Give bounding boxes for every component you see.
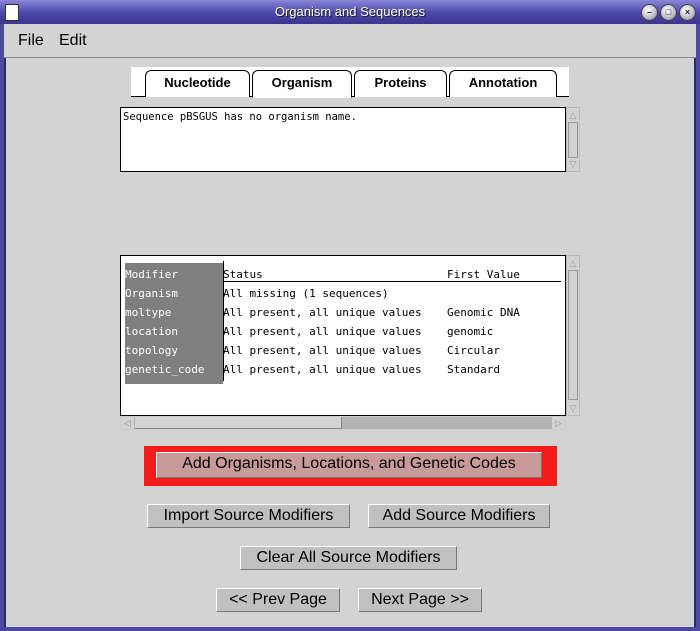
row-first-value: genomic: [447, 325, 494, 338]
row-modifier: location: [125, 325, 178, 338]
add-organisms-button[interactable]: Add Organisms, Locations, and Genetic Co…: [156, 452, 542, 478]
title-bar[interactable]: Organism and Sequences – □ ×: [0, 0, 700, 24]
scroll-thumb[interactable]: [568, 270, 578, 400]
prev-page-button[interactable]: << Prev Page: [216, 588, 340, 612]
minimize-button[interactable]: –: [641, 4, 658, 21]
scroll-up-arrow-icon[interactable]: △: [567, 108, 579, 122]
row-status: All present, all unique values: [223, 344, 422, 357]
menu-file[interactable]: File: [18, 32, 44, 50]
tab-bar: Nucleotide Organism Proteins Annotation: [131, 67, 569, 98]
scroll-down-arrow-icon[interactable]: ▽: [567, 157, 579, 171]
tab-nucleotide[interactable]: Nucleotide: [145, 70, 250, 97]
clear-all-source-modifiers-button[interactable]: Clear All Source Modifiers: [240, 546, 457, 570]
header-modifier: Modifier: [125, 268, 178, 281]
tab-annotation[interactable]: Annotation: [449, 70, 557, 97]
scroll-down-arrow-icon[interactable]: ▽: [567, 401, 579, 415]
add-source-modifiers-button[interactable]: Add Source Modifiers: [368, 504, 550, 528]
message-vertical-scrollbar[interactable]: △ ▽: [566, 107, 580, 172]
scroll-up-arrow-icon[interactable]: △: [567, 256, 579, 270]
import-source-modifiers-button[interactable]: Import Source Modifiers: [147, 504, 350, 528]
row-modifier: genetic_code: [125, 363, 205, 376]
close-button[interactable]: ×: [679, 4, 696, 21]
next-page-button[interactable]: Next Page >>: [358, 588, 482, 612]
row-status: All present, all unique values: [223, 325, 422, 338]
tab-proteins[interactable]: Proteins: [354, 70, 447, 97]
row-status: All present, all unique values: [223, 306, 422, 319]
scroll-thumb[interactable]: [568, 122, 578, 158]
row-first-value: Standard: [447, 363, 500, 376]
row-first-value: Circular: [447, 344, 500, 357]
modifier-table[interactable]: Modifier Status First Value Organism All…: [120, 255, 566, 416]
scroll-left-arrow-icon[interactable]: ◁: [121, 417, 134, 429]
menu-edit[interactable]: Edit: [59, 32, 87, 50]
message-text: Sequence pBSGUS has no organism name.: [123, 111, 357, 123]
row-modifier: moltype: [125, 306, 172, 319]
header-first-value: First Value: [447, 268, 520, 281]
row-status: All present, all unique values: [223, 363, 422, 376]
maximize-button[interactable]: □: [660, 4, 677, 21]
maximize-icon: □: [665, 7, 672, 17]
table-horizontal-scrollbar[interactable]: ◁ ▷: [120, 416, 566, 430]
menu-bar: File Edit: [4, 24, 696, 58]
row-first-value: Genomic DNA: [447, 306, 520, 319]
row-status: All missing (1 sequences): [223, 287, 389, 300]
row-modifier: topology: [125, 344, 178, 357]
window-bottom-border[interactable]: [0, 627, 700, 631]
scroll-right-arrow-icon[interactable]: ▷: [552, 417, 565, 429]
message-textbox[interactable]: Sequence pBSGUS has no organism name.: [120, 107, 566, 172]
table-vertical-scrollbar[interactable]: △ ▽: [566, 255, 580, 416]
row-modifier: Organism: [125, 287, 178, 300]
tab-organism[interactable]: Organism: [252, 70, 352, 98]
close-icon: ×: [684, 7, 691, 17]
header-status: Status: [223, 268, 263, 281]
minimize-icon: –: [646, 7, 652, 17]
window-title: Organism and Sequences: [274, 4, 426, 19]
scroll-thumb[interactable]: [135, 417, 342, 429]
